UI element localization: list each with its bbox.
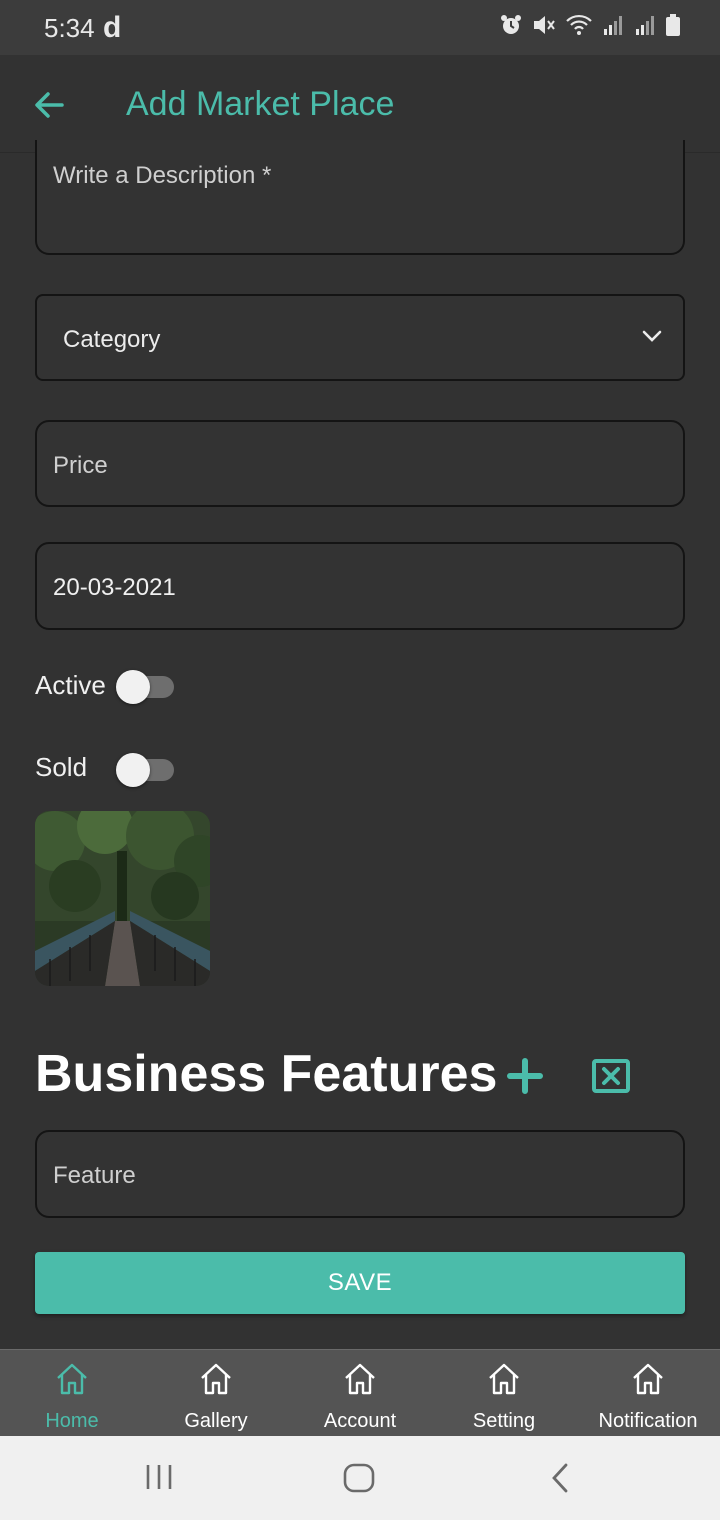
plus-icon [507, 1058, 543, 1094]
back-nav-icon[interactable] [548, 1462, 572, 1494]
feature-placeholder: Feature [53, 1162, 136, 1189]
market-photo[interactable] [35, 811, 210, 986]
date-field[interactable]: 20-03-2021 [35, 542, 685, 630]
app-bar: Add Market Place [0, 55, 720, 153]
chevron-down-icon [642, 330, 662, 342]
status-time: 5:34 [44, 13, 95, 43]
home-icon [633, 1363, 663, 1395]
switch-thumb [116, 753, 150, 787]
nav-label: Home [45, 1410, 99, 1432]
arrow-back-icon [35, 92, 64, 118]
page-title: Add Market Place [126, 85, 395, 123]
bottom-navigation: Home Gallery Account Setting Notificatio… [0, 1349, 720, 1436]
battery-icon [666, 14, 680, 36]
add-feature-button[interactable] [505, 1056, 545, 1096]
back-button[interactable] [30, 85, 70, 125]
home-button-icon[interactable] [342, 1462, 376, 1494]
nav-item-setting[interactable]: Setting [432, 1350, 576, 1437]
nav-label: Gallery [184, 1410, 248, 1432]
system-navigation-bar [0, 1436, 720, 1520]
category-dropdown[interactable]: Category [35, 294, 685, 381]
nav-item-home[interactable]: Home [0, 1350, 144, 1437]
sold-switch[interactable] [116, 753, 174, 787]
home-icon [57, 1363, 87, 1395]
save-button[interactable]: SAVE [35, 1252, 685, 1314]
nav-label: Notification [598, 1410, 698, 1432]
signal-icon [604, 16, 622, 35]
status-bar: 5:34 d [0, 0, 720, 55]
status-icons [500, 14, 680, 36]
feature-field[interactable]: Feature [35, 1130, 685, 1218]
home-icon [201, 1363, 231, 1395]
category-value: Category [63, 326, 161, 353]
active-switch[interactable] [116, 670, 174, 704]
wifi-icon [566, 14, 592, 35]
nav-label: Account [323, 1410, 397, 1432]
mute-icon [534, 16, 555, 34]
description-placeholder: Write a Description * [53, 162, 272, 189]
price-placeholder: Price [53, 452, 108, 479]
home-icon [345, 1363, 375, 1395]
nav-item-gallery[interactable]: Gallery [144, 1350, 288, 1437]
signal-icon [636, 16, 654, 35]
bridge-forest-image [35, 811, 210, 986]
description-field[interactable]: Write a Description * [35, 140, 685, 255]
date-value: 20-03-2021 [53, 574, 176, 601]
nav-label: Setting [472, 1410, 536, 1432]
recent-apps-icon[interactable] [144, 1462, 174, 1492]
sold-label: Sold [35, 752, 88, 782]
nav-item-account[interactable]: Account [288, 1350, 432, 1437]
alarm-icon [501, 15, 521, 34]
active-label: Active [35, 670, 106, 700]
nav-item-notification[interactable]: Notification [576, 1350, 720, 1437]
close-box-icon [592, 1059, 630, 1093]
remove-feature-button[interactable] [590, 1056, 632, 1096]
section-title: Business Features [35, 1045, 498, 1103]
home-icon [489, 1363, 519, 1395]
carrier-glyph: d [103, 11, 122, 44]
switch-thumb [116, 670, 150, 704]
price-field[interactable]: Price [35, 420, 685, 507]
